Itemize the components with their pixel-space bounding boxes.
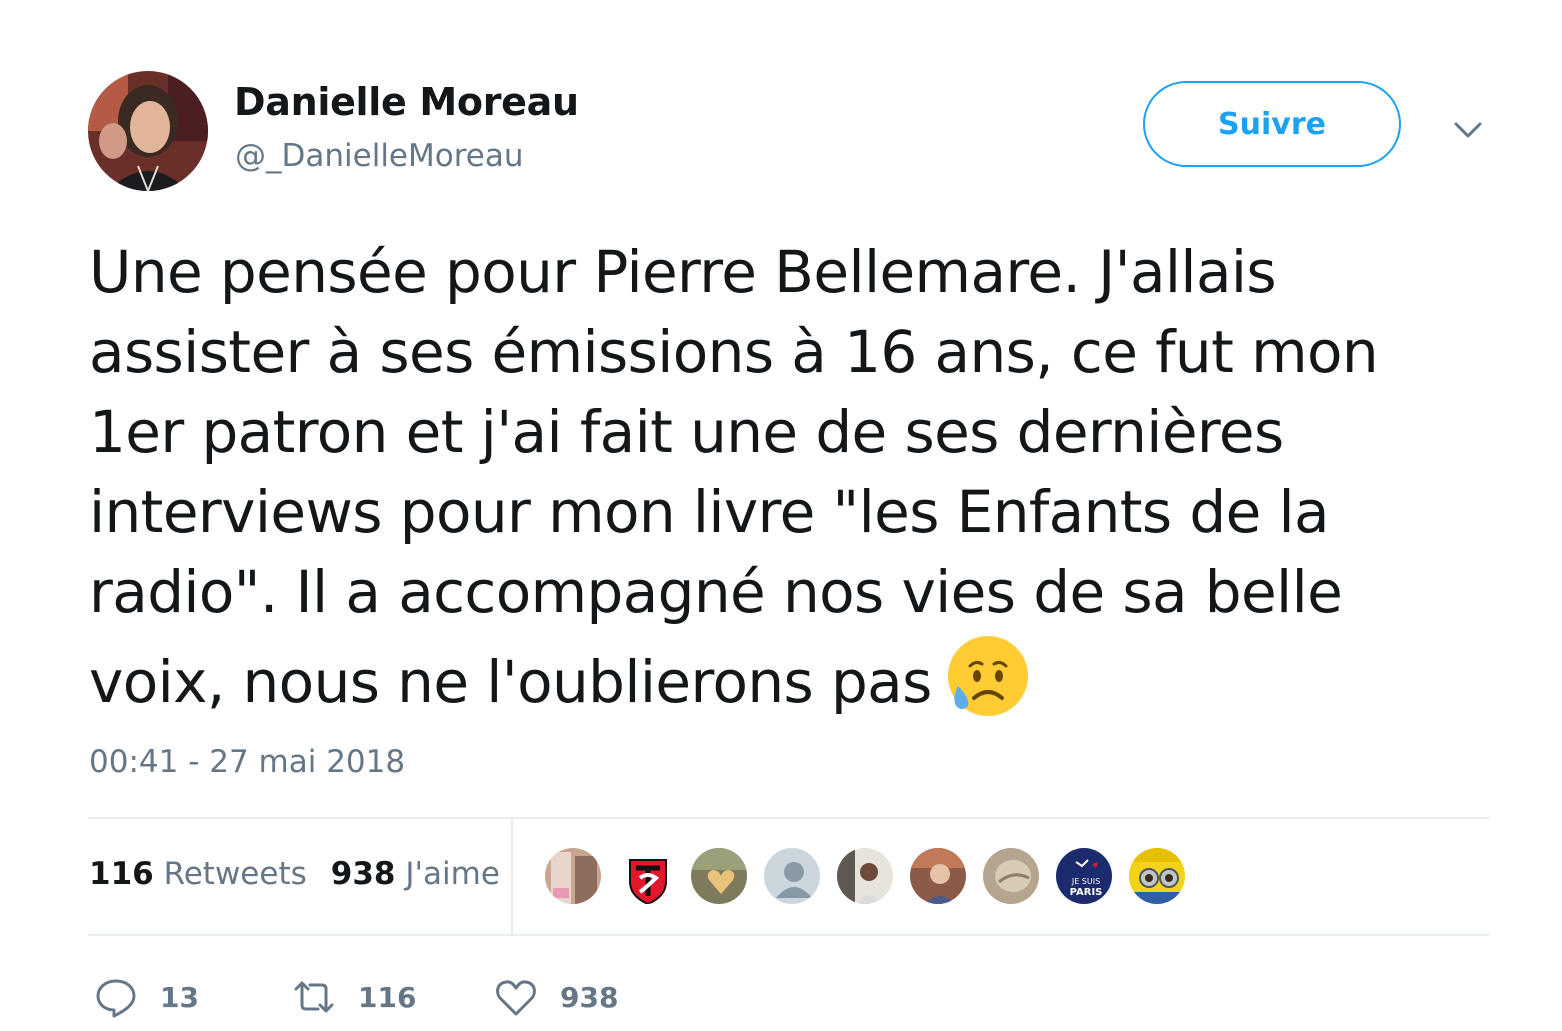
likes-count: 938 (330, 856, 396, 892)
engagement-stats: 116 Retweets 938 J'aime (89, 856, 500, 892)
liker-avatar[interactable] (981, 846, 1041, 906)
divider (511, 819, 513, 934)
divider (88, 934, 1489, 936)
author-avatar[interactable] (88, 71, 208, 191)
retweets-count: 116 (89, 856, 154, 892)
like-count: 938 (560, 980, 619, 1014)
retweets-label: Retweets (163, 856, 307, 892)
sad-but-relieved-face-emoji-icon (947, 636, 1028, 716)
tweet-text-line: Une pensée pour Pierre Bellemare. J'alla… (89, 238, 1277, 306)
tweet-text-last-line: voix, nous ne l'oublierons pas (89, 632, 1529, 722)
tweet-actions: 13 116 938 (0, 972, 1562, 1022)
like-button[interactable]: 938 (494, 972, 618, 1022)
tweet-text-line: voix, nous ne l'oublierons pas (89, 648, 932, 716)
divider (88, 817, 1489, 819)
tweet-text: Une pensée pour Pierre Bellemare. J'alla… (89, 232, 1529, 722)
tweet-text-line: assister à ses émissions à 16 ans, ce fu… (89, 318, 1379, 386)
author-handle[interactable]: @_DanielleMoreau (235, 138, 524, 174)
psg-text-top: JE SUIS (1071, 877, 1100, 886)
tweet-timestamp[interactable]: 00:41 - 27 mai 2018 (89, 744, 405, 780)
retweets-stat[interactable]: 116 Retweets (89, 856, 307, 892)
default-user-avatar[interactable] (762, 846, 822, 906)
tweet-text-line: radio". Il a accompagné nos vies de sa b… (89, 558, 1343, 626)
tweet-text-line: interviews pour mon livre "les Enfants d… (89, 478, 1330, 546)
minions-avatar[interactable] (1127, 846, 1187, 906)
liker-avatar[interactable] (835, 846, 895, 906)
likes-label: J'aime (405, 856, 500, 892)
retweet-count: 116 (358, 980, 417, 1014)
liker-avatar[interactable] (543, 846, 603, 906)
heart-icon (496, 980, 536, 1016)
author-display-name[interactable]: Danielle Moreau (234, 80, 579, 124)
likes-stat[interactable]: 938 J'aime (331, 856, 500, 892)
retweet-icon (294, 981, 334, 1013)
tweet-text-line: 1er patron et j'ai fait une de ses derni… (89, 398, 1284, 466)
reply-button[interactable]: 13 (94, 972, 199, 1022)
psg-text-bottom: PARIS (1070, 887, 1103, 898)
reply-count: 13 (160, 980, 199, 1014)
retweet-button[interactable]: 116 (292, 972, 416, 1022)
liker-avatar[interactable] (908, 846, 968, 906)
chevron-down-icon[interactable] (1450, 112, 1486, 148)
psg-je-suis-paris-logo[interactable]: JE SUIS PARIS (1054, 846, 1114, 906)
liker-avatar[interactable] (616, 846, 676, 906)
follow-button[interactable]: Suivre (1143, 81, 1401, 167)
liker-avatar[interactable] (689, 846, 749, 906)
reply-icon (96, 979, 136, 1018)
